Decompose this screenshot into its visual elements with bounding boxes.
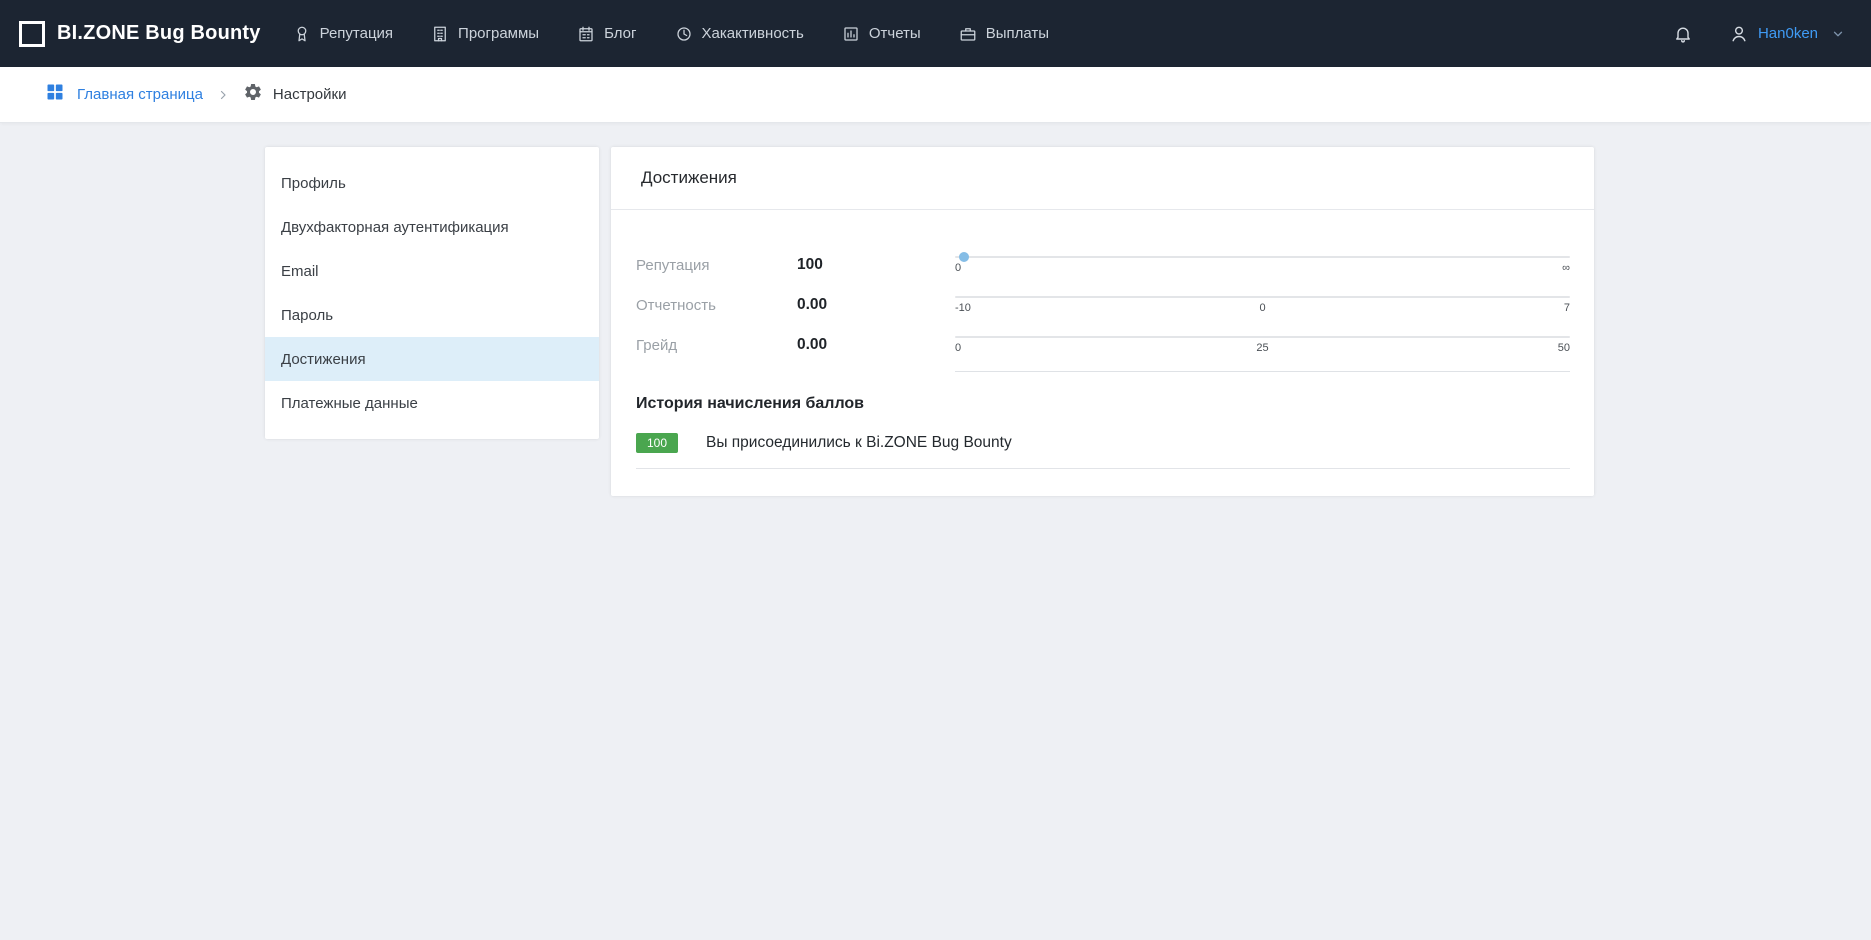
breadcrumb-current-label: Настройки (273, 86, 347, 103)
nav-item-label: Хакактивность (702, 25, 804, 42)
nav-item-blog[interactable]: Блог (577, 25, 636, 43)
scale-mid: 25 (1256, 342, 1268, 354)
metric-label: Отчетность (636, 297, 797, 314)
payouts-icon (959, 25, 977, 43)
home-grid-icon (45, 82, 65, 107)
breadcrumb-home-link[interactable]: Главная страница (45, 82, 203, 107)
nav-item-label: Отчеты (869, 25, 921, 42)
menu-item-label: Достижения (281, 351, 366, 368)
slider-track (955, 256, 1570, 258)
bizone-logo-icon (19, 21, 45, 47)
menu-item-email[interactable]: Email (265, 249, 599, 293)
nav-item-hackactivity[interactable]: Хакактивность (675, 25, 804, 43)
history-row: 100 Вы присоединились к Bi.ZONE Bug Boun… (636, 433, 1570, 469)
metric-value: 0.00 (797, 296, 955, 314)
reputation-icon (293, 25, 311, 43)
main-nav: Репутация Программы Блог Хакактивность О… (293, 25, 1049, 43)
points-badge: 100 (636, 433, 678, 453)
nav-item-label: Блог (604, 25, 636, 42)
menu-item-payment-details[interactable]: Платежные данные (265, 381, 599, 425)
slider-scale: 0 ∞ (955, 262, 1570, 274)
scale-max: 50 (1558, 342, 1570, 354)
reporting-slider: -10 0 7 (955, 296, 1570, 314)
metric-value: 100 (797, 256, 955, 274)
scale-max: ∞ (1562, 262, 1570, 274)
menu-item-label: Платежные данные (281, 395, 418, 412)
page-content: Профиль Двухфакторная аутентификация Ema… (0, 123, 1871, 940)
slider-marker[interactable] (959, 252, 969, 262)
scale-mid: 0 (1259, 302, 1265, 314)
hackactivity-icon (675, 25, 693, 43)
history-entry-text: Вы присоединились к Bi.ZONE Bug Bounty (706, 434, 1012, 452)
menu-item-password[interactable]: Пароль (265, 293, 599, 337)
username: Han0ken (1758, 25, 1818, 42)
scale-max: 7 (1564, 302, 1570, 314)
scale-min: 0 (955, 342, 961, 354)
scale-min: 0 (955, 262, 961, 274)
metric-label: Грейд (636, 337, 797, 354)
notifications-bell-icon[interactable] (1673, 24, 1693, 44)
brand[interactable]: BI.ZONE Bug Bounty (19, 21, 261, 47)
chevron-down-icon (1831, 27, 1845, 41)
breadcrumb-current: Настройки (243, 82, 347, 107)
user-menu[interactable]: Han0ken (1729, 24, 1845, 44)
reputation-slider: 0 ∞ (955, 256, 1570, 274)
nav-item-label: Репутация (320, 25, 393, 42)
chevron-right-icon (217, 89, 229, 101)
menu-item-label: Профиль (281, 175, 346, 192)
metric-row-reputation: Репутация 100 0 ∞ (611, 245, 1594, 285)
metric-label: Репутация (636, 257, 797, 274)
card-title: Достижения (611, 147, 1594, 210)
breadcrumb-home-label: Главная страница (77, 86, 203, 103)
history-title: История начисления баллов (636, 395, 1570, 413)
metrics-section: Репутация 100 0 ∞ Отчетность 0.00 (611, 210, 1594, 372)
nav-item-payouts[interactable]: Выплаты (959, 25, 1049, 43)
slider-track (955, 296, 1570, 298)
history-section: История начисления баллов 100 Вы присоед… (611, 372, 1594, 496)
menu-item-label: Email (281, 263, 319, 280)
breadcrumb: Главная страница Настройки (0, 67, 1871, 123)
menu-item-profile[interactable]: Профиль (265, 161, 599, 205)
user-icon (1729, 24, 1749, 44)
brand-name: BI.ZONE Bug Bounty (57, 22, 261, 45)
nav-item-label: Выплаты (986, 25, 1049, 42)
programs-icon (431, 25, 449, 43)
settings-menu: Профиль Двухфакторная аутентификация Ema… (265, 147, 599, 439)
blog-icon (577, 25, 595, 43)
nav-item-label: Программы (458, 25, 539, 42)
slider-scale: 0 25 50 (955, 342, 1570, 354)
menu-item-label: Двухфакторная аутентификация (281, 219, 509, 236)
slider-scale: -10 0 7 (955, 302, 1570, 314)
metric-row-grade: Грейд 0.00 0 25 50 (611, 325, 1594, 365)
grade-slider: 0 25 50 (955, 336, 1570, 354)
nav-item-reports[interactable]: Отчеты (842, 25, 921, 43)
metric-row-reporting: Отчетность 0.00 -10 0 7 (611, 285, 1594, 325)
metric-value: 0.00 (797, 336, 955, 354)
achievements-card: Достижения Репутация 100 0 ∞ Отчетн (611, 147, 1594, 496)
scale-min: -10 (955, 302, 971, 314)
slider-track (955, 336, 1570, 338)
menu-item-label: Пароль (281, 307, 333, 324)
navbar-right: Han0ken (1673, 24, 1845, 44)
top-navbar: BI.ZONE Bug Bounty Репутация Программы Б… (0, 0, 1871, 67)
nav-item-programs[interactable]: Программы (431, 25, 539, 43)
nav-item-reputation[interactable]: Репутация (293, 25, 393, 43)
reports-icon (842, 25, 860, 43)
menu-item-achievements[interactable]: Достижения (265, 337, 599, 381)
gear-icon (243, 82, 263, 107)
menu-item-2fa[interactable]: Двухфакторная аутентификация (265, 205, 599, 249)
